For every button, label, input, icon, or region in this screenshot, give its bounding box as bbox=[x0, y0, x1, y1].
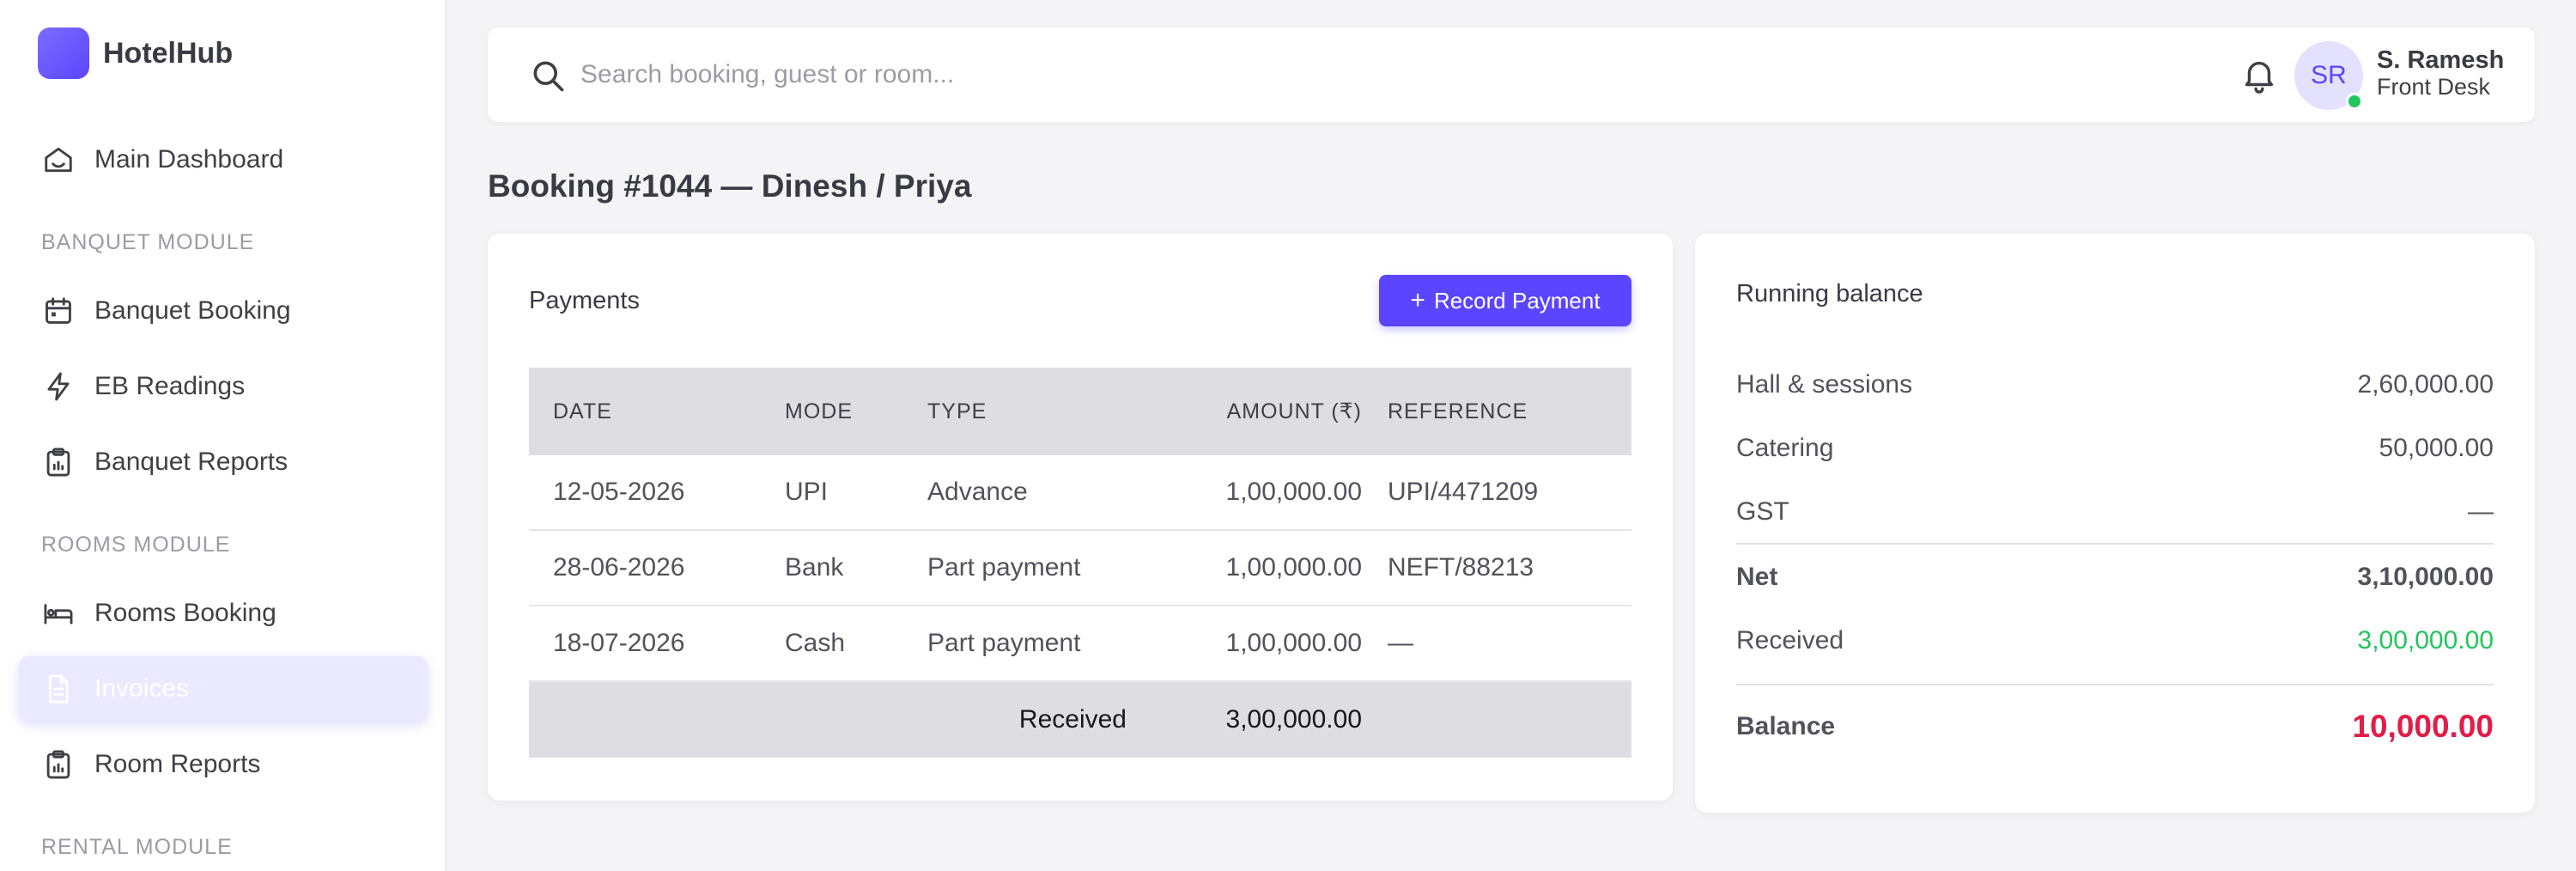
balance-row-total: Balance 10,000.00 bbox=[1736, 701, 2494, 752]
balance-label: Hall & sessions bbox=[1736, 370, 1913, 399]
balance-value: 50,000.00 bbox=[2379, 434, 2494, 462]
balance-due-value: 10,000.00 bbox=[2352, 709, 2494, 744]
footer-received-label: Received bbox=[1018, 705, 1127, 734]
payments-table: DATE MODE TYPE AMOUNT (₹) REFERENCE 12-0… bbox=[529, 368, 1631, 758]
column-header-date[interactable]: DATE bbox=[553, 368, 612, 455]
section-label-rental: RENTAL MODULE bbox=[41, 835, 233, 859]
sidebar-item-rooms-booking[interactable]: Rooms Booking bbox=[19, 581, 428, 646]
cell-amount: 1,00,000.00 bbox=[1225, 553, 1362, 582]
avatar-initials: SR bbox=[2311, 61, 2347, 89]
balance-row-catering: Catering 50,000.00 bbox=[1736, 423, 2494, 474]
cell-reference: UPI/4471209 bbox=[1388, 478, 1539, 506]
cell-mode: UPI bbox=[785, 478, 829, 506]
sidebar-item-banquet-booking[interactable]: Banquet Booking bbox=[19, 278, 428, 344]
sidebar-item-invoices[interactable]: Invoices bbox=[19, 656, 428, 722]
table-footer-row: Received 3,00,000.00 bbox=[529, 682, 1631, 758]
table-row[interactable]: 12-05-2026 UPI Advance 1,00,000.00 UPI/4… bbox=[529, 455, 1631, 531]
lightning-icon bbox=[41, 369, 76, 404]
sidebar-item-label: Rooms Booking bbox=[94, 599, 276, 627]
cell-type: Advance bbox=[927, 478, 1028, 506]
calendar-icon bbox=[41, 294, 76, 328]
running-balance-card: Running balance Hall & sessions 2,60,000… bbox=[1695, 234, 2535, 813]
user-name: S. Ramesh bbox=[2377, 46, 2505, 74]
clipboard-report-icon bbox=[41, 445, 76, 479]
balance-label: Received bbox=[1736, 626, 1844, 655]
table-row[interactable]: 28-06-2026 Bank Part payment 1,00,000.00… bbox=[529, 531, 1631, 606]
balance-value: 2,60,000.00 bbox=[2357, 370, 2494, 399]
cell-amount: 1,00,000.00 bbox=[1225, 629, 1362, 657]
document-icon bbox=[41, 672, 76, 706]
sidebar-item-label: Banquet Reports bbox=[94, 448, 289, 476]
divider bbox=[1736, 684, 2494, 685]
brand-name: HotelHub bbox=[103, 36, 234, 70]
cell-type: Part payment bbox=[927, 629, 1081, 657]
sidebar-item-label: Banquet Booking bbox=[94, 296, 291, 325]
cell-reference: — bbox=[1388, 629, 1413, 657]
record-payment-button[interactable]: + Record Payment bbox=[1379, 275, 1631, 326]
table-row[interactable]: 18-07-2026 Cash Part payment 1,00,000.00… bbox=[529, 606, 1631, 682]
column-header-type[interactable]: TYPE bbox=[927, 368, 987, 455]
sidebar-item-label: Main Dashboard bbox=[94, 145, 284, 174]
column-header-mode[interactable]: MODE bbox=[785, 368, 853, 455]
brand-logo bbox=[38, 27, 89, 79]
cell-reference: NEFT/88213 bbox=[1388, 553, 1534, 582]
column-header-reference[interactable]: REFERENCE bbox=[1388, 368, 1528, 455]
balance-row-hall: Hall & sessions 2,60,000.00 bbox=[1736, 359, 2494, 411]
balance-label: Balance bbox=[1736, 712, 1836, 740]
balance-row-received: Received 3,00,000.00 bbox=[1736, 615, 2494, 667]
section-label-rooms: ROOMS MODULE bbox=[41, 533, 231, 557]
section-label-banquet: BANQUET MODULE bbox=[41, 230, 255, 254]
balance-value: — bbox=[2468, 497, 2494, 526]
top-bar: SR S. Ramesh Front Desk bbox=[488, 27, 2535, 122]
sidebar-item-main-dashboard[interactable]: Main Dashboard bbox=[19, 127, 428, 192]
balance-label: Catering bbox=[1736, 434, 1834, 462]
page-title: Booking #1044 — Dinesh / Priya bbox=[488, 168, 972, 204]
cell-amount: 1,00,000.00 bbox=[1225, 478, 1362, 506]
sidebar-item-room-reports[interactable]: Room Reports bbox=[19, 732, 428, 797]
brand[interactable]: HotelHub bbox=[38, 27, 233, 79]
plus-icon: + bbox=[1410, 286, 1425, 314]
user-role: Front Desk bbox=[2377, 74, 2491, 100]
cell-type: Part payment bbox=[927, 553, 1081, 582]
balance-value: 3,00,000.00 bbox=[2357, 626, 2494, 655]
running-balance-title: Running balance bbox=[1736, 280, 1923, 308]
column-header-amount[interactable]: AMOUNT (₹) bbox=[1227, 368, 1362, 455]
cell-mode: Cash bbox=[785, 629, 846, 657]
cell-mode: Bank bbox=[785, 553, 844, 582]
balance-value: 3,10,000.00 bbox=[2357, 563, 2494, 591]
payments-card: Payments + Record Payment DATE MODE TYPE… bbox=[488, 234, 1673, 801]
record-payment-label: Record Payment bbox=[1433, 287, 1601, 314]
bed-icon bbox=[41, 596, 76, 630]
table-header-row: DATE MODE TYPE AMOUNT (₹) REFERENCE bbox=[529, 368, 1631, 455]
cell-date: 18-07-2026 bbox=[553, 629, 685, 657]
cell-date: 12-05-2026 bbox=[553, 478, 685, 506]
payments-title: Payments bbox=[529, 287, 640, 314]
search-icon bbox=[529, 57, 567, 94]
sidebar: HotelHub Main Dashboard BANQUET MODULE B… bbox=[0, 0, 447, 871]
balance-label: Net bbox=[1736, 563, 1778, 591]
cell-date: 28-06-2026 bbox=[553, 553, 685, 582]
home-icon bbox=[41, 143, 76, 177]
clipboard-report-icon bbox=[41, 747, 76, 782]
avatar[interactable]: SR bbox=[2294, 41, 2363, 110]
balance-row-net: Net 3,10,000.00 bbox=[1736, 551, 2494, 603]
sidebar-item-label: Invoices bbox=[94, 674, 190, 703]
balance-row-gst: GST — bbox=[1736, 486, 2494, 538]
sidebar-item-eb-readings[interactable]: EB Readings bbox=[19, 354, 428, 419]
sidebar-item-label: EB Readings bbox=[94, 372, 246, 400]
footer-received-value: 3,00,000.00 bbox=[1225, 705, 1362, 734]
sidebar-item-banquet-reports[interactable]: Banquet Reports bbox=[19, 429, 428, 495]
online-status-dot bbox=[2346, 93, 2363, 110]
bell-icon[interactable] bbox=[2239, 53, 2279, 96]
divider bbox=[1736, 543, 2494, 545]
balance-label: GST bbox=[1736, 497, 1789, 526]
search-input[interactable] bbox=[580, 52, 1783, 98]
sidebar-item-label: Room Reports bbox=[94, 750, 261, 778]
